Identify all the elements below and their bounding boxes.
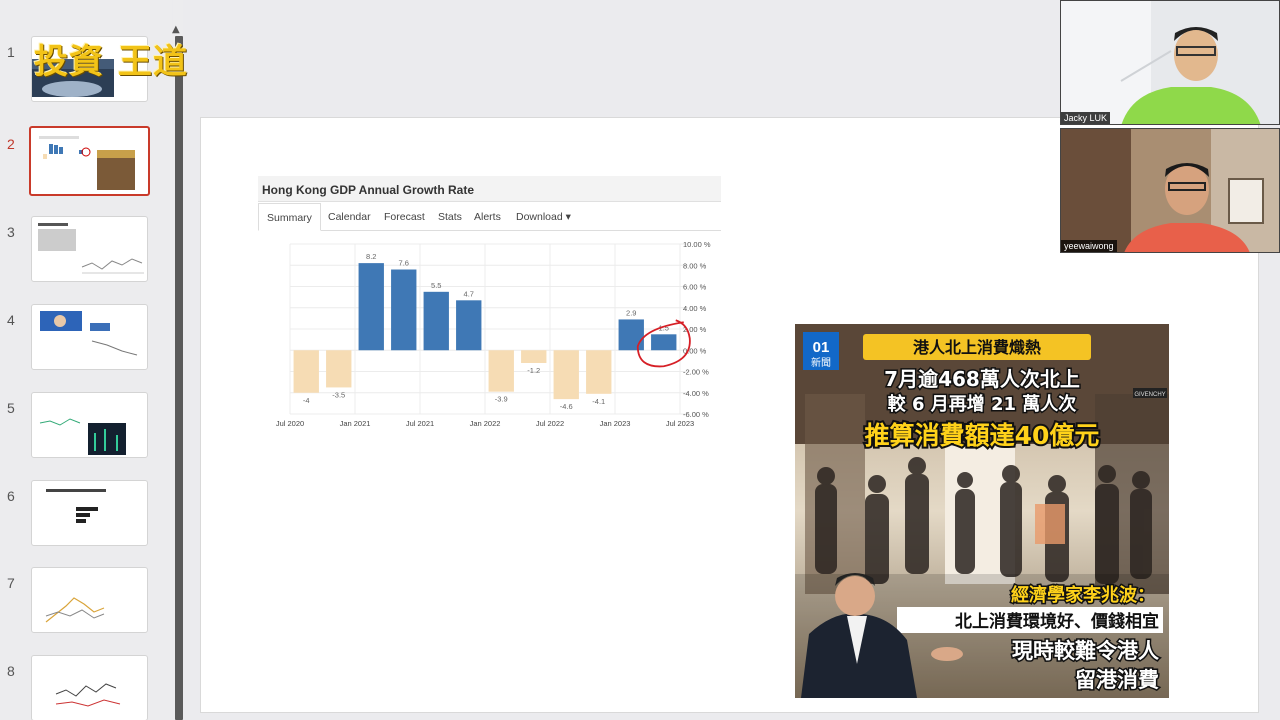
slide-number: 7 bbox=[7, 575, 15, 591]
slide-thumbnail[interactable] bbox=[31, 567, 148, 633]
chart-bar bbox=[651, 334, 677, 351]
quote-line2: 現時較難令港人 bbox=[1012, 639, 1159, 663]
quote-line1: 北上消費環境好、價錢相宜 bbox=[955, 611, 1159, 632]
y-tick-label: 8.00 % bbox=[683, 261, 707, 270]
presentation-app: 1 2 3 4 5 6 7 8 ▲ 投資 王道 Hong Kong GDP An… bbox=[0, 0, 1280, 720]
badge-top-text: 01 bbox=[813, 339, 830, 356]
tab-alerts[interactable]: Alerts bbox=[466, 203, 509, 231]
slide-thumbnail[interactable] bbox=[31, 392, 148, 458]
participant-video bbox=[1061, 129, 1279, 252]
x-tick-label: Jul 2022 bbox=[536, 419, 564, 428]
chart-bar bbox=[456, 300, 482, 351]
x-tick-label: Jul 2021 bbox=[406, 419, 434, 428]
slide-number: 1 bbox=[7, 44, 15, 60]
thumbnail-row[interactable]: 8 bbox=[0, 655, 172, 720]
tab-download[interactable]: Download ▾ bbox=[508, 203, 579, 231]
bar-data-label: 5.5 bbox=[431, 281, 441, 290]
bar-data-label: -3.9 bbox=[495, 395, 508, 404]
bar-data-label: -4.6 bbox=[560, 402, 573, 411]
chart-bar bbox=[618, 319, 644, 351]
chart-title: Hong Kong GDP Annual Growth Rate bbox=[258, 176, 721, 202]
x-tick-label: Jul 2020 bbox=[276, 419, 304, 428]
x-tick-label: Jan 2021 bbox=[340, 419, 371, 428]
thumbnail-row[interactable]: 5 bbox=[0, 392, 172, 472]
headline-banner: 港人北上消費熾熱 bbox=[913, 338, 1041, 357]
bar-data-label: 4.7 bbox=[464, 289, 474, 298]
store-sign: GIVENCHY bbox=[1134, 392, 1165, 398]
chart-bar bbox=[488, 350, 514, 392]
slide-number: 6 bbox=[7, 488, 15, 504]
slide-number: 3 bbox=[7, 224, 15, 240]
chart-bar bbox=[586, 350, 612, 394]
y-tick-label: -2.00 % bbox=[683, 368, 709, 377]
slide-thumbnail-active[interactable] bbox=[29, 126, 150, 196]
slide-thumbnail[interactable] bbox=[31, 216, 148, 282]
thumbnail-preview bbox=[39, 136, 135, 190]
bar-data-label: -4.1 bbox=[592, 397, 605, 406]
channel-logo: 投資 王道 bbox=[34, 42, 188, 82]
participant-name: yeewaiwong bbox=[1061, 240, 1117, 252]
chart-bar bbox=[293, 350, 319, 393]
y-tick-label: 10.00 % bbox=[683, 240, 711, 249]
bar-data-label: 7.6 bbox=[399, 259, 409, 268]
slide-number: 8 bbox=[7, 663, 15, 679]
thumbnail-preview bbox=[39, 418, 126, 455]
bar-data-label: -4 bbox=[303, 396, 310, 405]
chart-tabs: Summary Calendar Forecast Stats Alerts D… bbox=[258, 203, 721, 231]
thumbnail-row[interactable]: 3 bbox=[0, 216, 172, 296]
video-tile-yeewaiwong[interactable]: yeewaiwong bbox=[1060, 128, 1280, 253]
bar-data-label: 2.9 bbox=[626, 308, 636, 317]
tab-calendar[interactable]: Calendar bbox=[320, 203, 379, 231]
y-tick-label: 6.00 % bbox=[683, 283, 707, 292]
slide-thumbnail[interactable] bbox=[31, 304, 148, 370]
slide-thumbnail[interactable] bbox=[31, 655, 148, 720]
chart-bar bbox=[391, 269, 417, 351]
news-graphic: 01 新聞 港人北上消費熾熱 7月逾468萬人次北上 較 6 月再增 21 萬人… bbox=[795, 324, 1169, 698]
expert-label: 經濟學家李兆波： bbox=[1011, 584, 1155, 606]
news-image: 01 新聞 港人北上消費熾熱 7月逾468萬人次北上 較 6 月再增 21 萬人… bbox=[795, 324, 1169, 698]
slide-number: 2 bbox=[7, 136, 15, 152]
slide-thumbnail[interactable] bbox=[31, 480, 148, 546]
gdp-bar-chart: 10.00 %8.00 %6.00 %4.00 %2.00 %0.00 %-2.… bbox=[276, 240, 711, 428]
thumbnail-row[interactable]: 4 bbox=[0, 304, 172, 384]
quote-line3: 留港消費 bbox=[1075, 668, 1159, 692]
x-tick-label: Jan 2023 bbox=[600, 419, 631, 428]
video-tile-jacky[interactable]: Jacky LUK bbox=[1060, 0, 1280, 125]
chart-bar bbox=[423, 291, 449, 351]
x-tick-label: Jan 2022 bbox=[470, 419, 501, 428]
gdp-chart-widget: Hong Kong GDP Annual Growth Rate Summary… bbox=[258, 176, 723, 432]
thumbnail-preview bbox=[45, 597, 105, 623]
slide-number: 4 bbox=[7, 312, 15, 328]
thumbnail-row[interactable]: 6 bbox=[0, 480, 172, 560]
chart-bar bbox=[553, 350, 579, 400]
bar-data-label: 8.2 bbox=[366, 252, 376, 261]
thumbnail-preview bbox=[55, 683, 121, 707]
bar-data-label: -1.2 bbox=[527, 366, 540, 375]
chart-bar bbox=[326, 350, 352, 388]
y-tick-label: -4.00 % bbox=[683, 389, 709, 398]
tab-stats[interactable]: Stats bbox=[430, 203, 470, 231]
thumbnail-row[interactable]: 2 bbox=[0, 126, 172, 208]
thumbnail-row[interactable]: 7 bbox=[0, 567, 172, 647]
x-tick-label: Jul 2023 bbox=[666, 419, 694, 428]
slide-thumbnail-panel: 1 2 3 4 5 6 7 8 bbox=[0, 0, 172, 720]
thumbnail-preview bbox=[40, 311, 138, 356]
thumbnail-preview bbox=[46, 489, 106, 523]
participant-name: Jacky LUK bbox=[1061, 112, 1111, 124]
tab-summary[interactable]: Summary bbox=[258, 203, 321, 231]
chart-bar bbox=[358, 263, 384, 351]
thumbnail-scrollbar-thumb[interactable] bbox=[175, 36, 183, 720]
thumbnail-preview bbox=[38, 223, 144, 274]
participant-video bbox=[1061, 1, 1279, 124]
tab-forecast[interactable]: Forecast bbox=[376, 203, 433, 231]
headline-line3: 推算消費額達40億元 bbox=[865, 421, 1100, 450]
y-tick-label: -6.00 % bbox=[683, 410, 709, 419]
bar-data-label: -3.5 bbox=[332, 390, 345, 399]
badge-bottom-text: 新聞 bbox=[811, 356, 831, 369]
slide-number: 5 bbox=[7, 400, 15, 416]
headline-line1: 7月逾468萬人次北上 bbox=[884, 367, 1080, 391]
headline-line2: 較 6 月再增 21 萬人次 bbox=[888, 393, 1077, 415]
y-tick-label: 4.00 % bbox=[683, 304, 707, 313]
chart-bar bbox=[521, 350, 547, 363]
